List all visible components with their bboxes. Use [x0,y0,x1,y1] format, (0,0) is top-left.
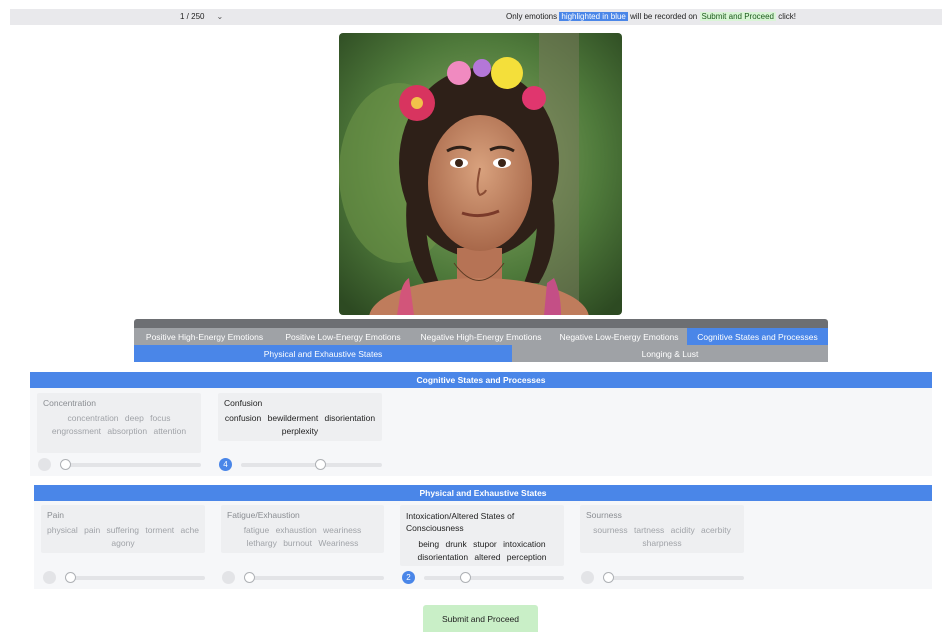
intensity-slider-sourness[interactable] [581,571,744,585]
tab-positive-low-energy[interactable]: Positive Low-Energy Emotions [275,328,411,345]
slider-thumb[interactable] [603,572,614,583]
slider-thumb[interactable] [460,572,471,583]
emotion-synonyms: fatigue exhaustion weariness lethargy bu… [243,525,362,548]
tab-negative-low-energy[interactable]: Negative Low-Energy Emotions [551,328,687,345]
level-badge [222,571,235,584]
category-tab-row-2: Physical and Exhaustive States Longing &… [134,345,828,362]
slider-track[interactable] [65,576,205,580]
section-header-physical: Physical and Exhaustive States [34,485,932,501]
category-tab-panel: Positive High-Energy Emotions Positive L… [134,319,828,362]
emotion-title: Fatigue/Exhaustion [227,510,300,520]
emotion-title: Pain [47,510,65,520]
submit-button[interactable]: Submit and Proceed [423,605,538,632]
emotion-card-confusion[interactable]: Confusion confusion bewilderment disorie… [218,393,382,441]
section-header-cognitive: Cognitive States and Processes [30,372,932,388]
level-badge: 4 [219,458,232,471]
slider-track[interactable] [244,576,384,580]
emotion-card-intoxication[interactable]: Intoxication/Altered States of Conscious… [400,505,564,566]
top-bar: 1 / 250 ⌄ Only emotions highlighted in b… [10,9,942,25]
emotion-title: Confusion [224,398,263,408]
slider-thumb[interactable] [60,459,71,470]
category-tab-row: Positive High-Energy Emotions Positive L… [134,328,828,345]
slider-track[interactable] [424,576,564,580]
page-selector[interactable]: 1 / 250 ⌄ [180,12,223,21]
level-badge [581,571,594,584]
emotion-synonyms: being drunk stupor intoxication disorien… [417,539,547,562]
slider-thumb[interactable] [244,572,255,583]
emotion-card-pain[interactable]: Pain physical pain suffering torment ach… [41,505,205,553]
emotion-synonyms: sourness tartness acidity acerbity sharp… [593,525,731,548]
tab-positive-high-energy[interactable]: Positive High-Energy Emotions [134,328,275,345]
slider-thumb[interactable] [65,572,76,583]
emotion-synonyms: confusion bewilderment disorientation pe… [224,413,376,436]
intensity-slider-fatigue[interactable] [222,571,384,585]
slider-track[interactable] [603,576,744,580]
intensity-slider-pain[interactable] [43,571,205,585]
emotion-synonyms: concentration deep focus engrossment abs… [51,413,187,436]
emotion-card-sourness[interactable]: Sourness sourness tartness acidity acerb… [580,505,744,553]
section-body-cognitive: Concentration concentration deep focus e… [30,388,932,476]
tab-cognitive-states[interactable]: Cognitive States and Processes [687,328,828,345]
highlight-blue-label: highlighted in blue [559,12,628,21]
emotion-synonyms: physical pain suffering torment ache ago… [47,525,199,548]
slider-track[interactable] [60,463,201,467]
section-body-physical: Pain physical pain suffering torment ach… [34,501,932,589]
tab-longing-lust[interactable]: Longing & Lust [512,345,828,362]
portrait-photo [339,33,622,315]
chevron-down-icon[interactable]: ⌄ [216,12,223,21]
intensity-slider-confusion[interactable]: 4 [219,458,382,472]
intensity-slider-concentration[interactable] [38,458,201,472]
page-indicator[interactable]: 1 / 250 [180,12,204,21]
instruction-notice: Only emotions highlighted in blue will b… [506,12,797,21]
emotion-card-concentration[interactable]: Concentration concentration deep focus e… [37,393,201,453]
level-badge: 2 [402,571,415,584]
level-badge [43,571,56,584]
emotion-card-fatigue[interactable]: Fatigue/Exhaustion fatigue exhaustion we… [221,505,384,553]
slider-track[interactable] [241,463,382,467]
highlight-green-label: Submit and Proceed [699,12,776,21]
emotion-title: Sourness [586,510,622,520]
intensity-slider-intoxication[interactable]: 2 [402,571,564,585]
slider-thumb[interactable] [315,459,326,470]
tab-physical-exhaustive[interactable]: Physical and Exhaustive States [134,345,512,362]
level-badge [38,458,51,471]
tab-negative-high-energy[interactable]: Negative High-Energy Emotions [411,328,551,345]
emotion-title: Intoxication/Altered States of Conscious… [406,511,515,533]
emotion-title: Concentration [43,398,96,408]
